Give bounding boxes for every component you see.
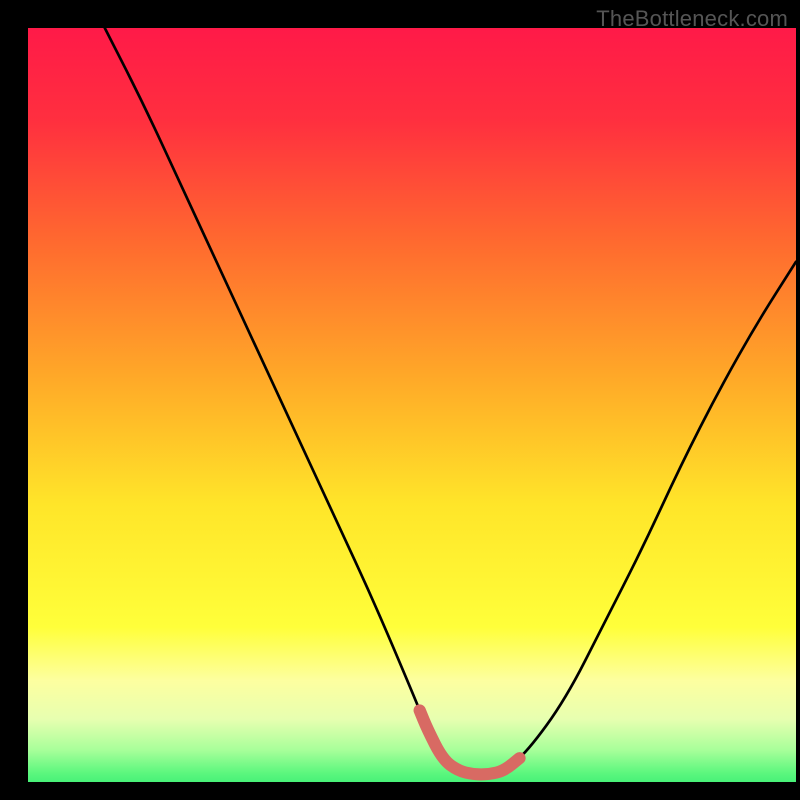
chart-frame: TheBottleneck.com — [0, 0, 800, 800]
bottleneck-trough-highlight — [420, 710, 520, 774]
plot-area — [28, 28, 796, 782]
bottleneck-curve-line — [105, 28, 796, 774]
curve-layer — [28, 28, 796, 782]
watermark-text: TheBottleneck.com — [596, 6, 788, 32]
